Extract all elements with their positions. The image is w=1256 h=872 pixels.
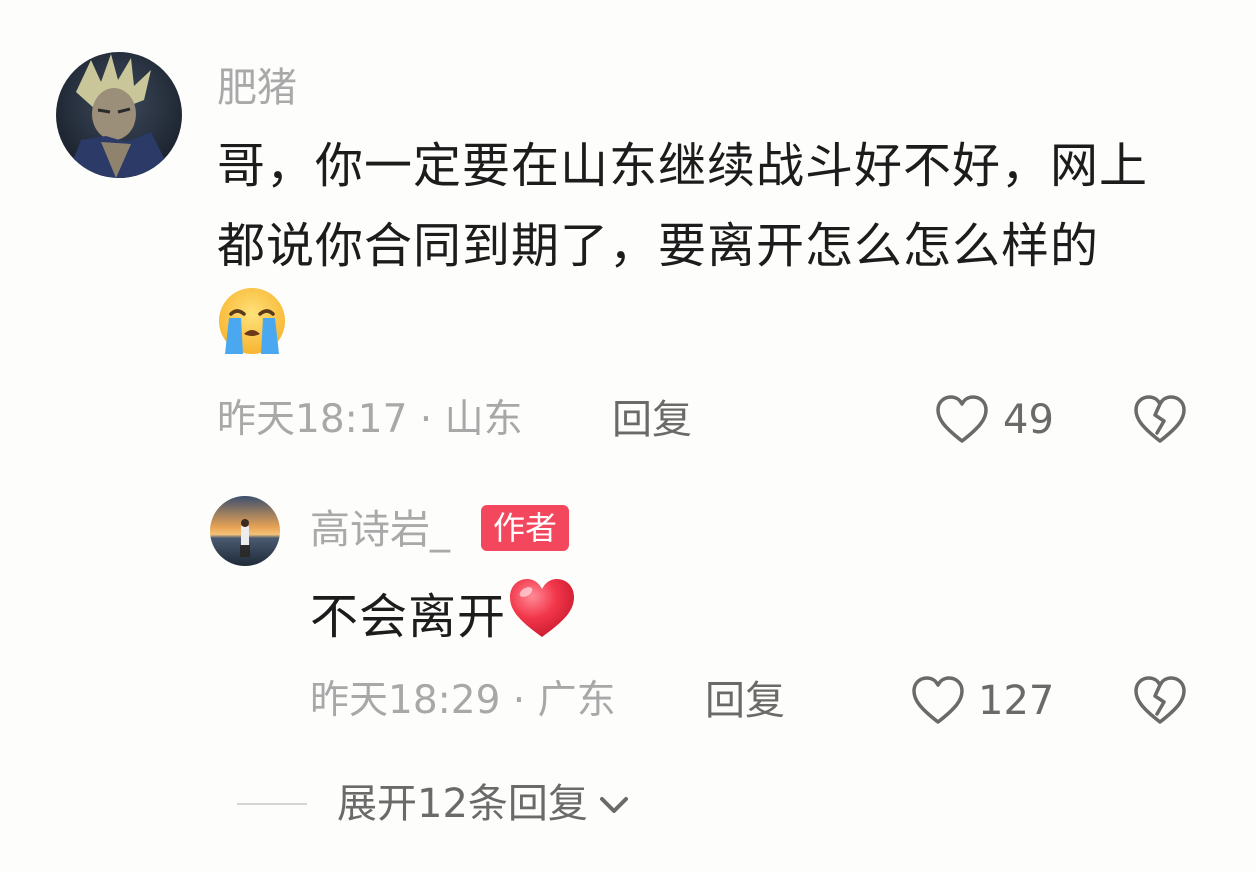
comment-like-count: 49	[1003, 397, 1054, 443]
author-avatar[interactable]	[210, 496, 280, 566]
expand-replies-button[interactable]: 展开12条回复	[337, 782, 632, 826]
broken-heart-icon[interactable]	[1132, 393, 1188, 445]
commenter-avatar[interactable]	[56, 52, 182, 178]
reply-reply-button[interactable]: 回复	[705, 681, 785, 721]
comment-meta: 昨天18:17 · 山东	[217, 397, 523, 442]
heart-outline-icon[interactable]	[910, 674, 966, 726]
broken-heart-icon[interactable]	[1132, 674, 1188, 726]
heart-outline-icon[interactable]	[934, 393, 990, 445]
reply-text: 不会离开	[310, 575, 578, 665]
author-badge: 作者	[481, 505, 570, 551]
author-username[interactable]: 高诗岩_	[310, 510, 450, 550]
reply-meta: 昨天18:29 · 广东	[310, 678, 616, 723]
expand-divider	[237, 803, 307, 805]
comment-text: 哥，你一定要在山东继续战斗好不好，网上都说你合同到期了，要离开怎么怎么样的	[217, 126, 1167, 380]
comment-body: 哥，你一定要在山东继续战斗好不好，网上都说你合同到期了，要离开怎么怎么样的	[217, 138, 1149, 274]
commenter-username[interactable]: 肥猪	[217, 68, 297, 108]
reply-like-count: 127	[978, 678, 1055, 724]
chevron-down-icon	[596, 782, 632, 826]
comment-reply-button[interactable]: 回复	[612, 400, 692, 440]
expand-replies-label: 展开12条回复	[337, 781, 588, 827]
red-heart-emoji-icon	[506, 575, 578, 665]
reply-body: 不会离开	[310, 589, 507, 645]
crying-face-emoji-icon	[217, 286, 287, 380]
